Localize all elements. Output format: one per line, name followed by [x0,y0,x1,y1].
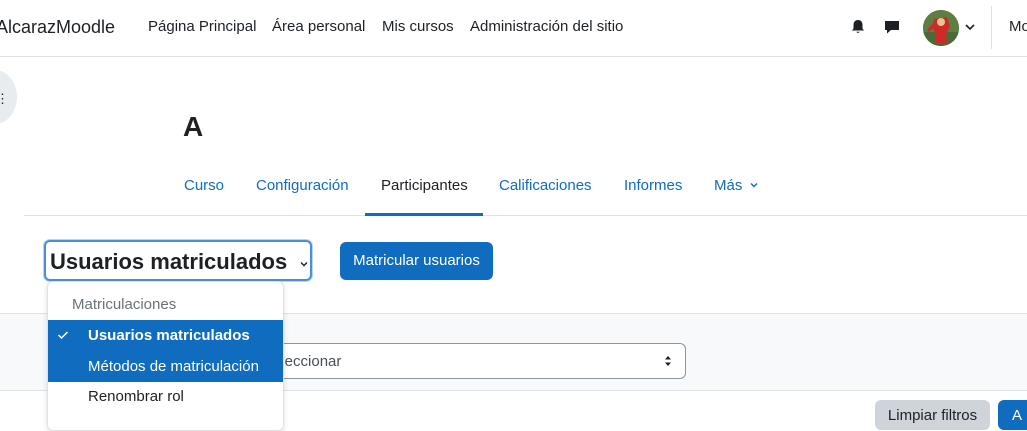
dropdown-group-label: Matriculaciones [72,296,177,313]
chevron-down-icon [750,183,758,188]
tab-more-label: Más [714,177,743,194]
participants-page-dropdown: Matriculaciones Usuarios matriculados Mé… [47,281,284,431]
nav-link-dashboard[interactable]: Área personal [272,18,365,35]
active-tab-indicator [365,213,483,216]
tab-more[interactable]: Más [714,177,759,194]
apply-filters-button[interactable]: A [998,400,1027,430]
check-icon [57,331,69,340]
user-photo [923,10,959,46]
dropdown-item-enrolment-methods[interactable]: Métodos de matriculación [48,351,283,382]
bell-icon[interactable] [848,17,868,37]
clear-filters-button[interactable]: Limpiar filtros [875,400,990,430]
dropdown-item-rename-roles[interactable]: Renombrar rol [48,381,283,412]
sort-caret-icon [665,356,671,366]
tab-settings[interactable]: Configuración [256,177,349,194]
participants-page-select[interactable]: Usuarios matriculados [44,240,312,281]
chevron-down-icon[interactable] [963,20,977,34]
top-navbar: AlcarazMoodle Página Principal Área pers… [0,0,1027,57]
tab-reports[interactable]: Informes [624,177,682,194]
participants-page-select-value: Usuarios matriculados [50,249,288,274]
nav-link-site-admin[interactable]: Administración del sitio [470,18,623,35]
tab-participants[interactable]: Participantes [381,177,468,194]
filter-type-select[interactable]: eleccionar [262,343,686,379]
nav-link-home[interactable]: Página Principal [148,18,256,35]
dropdown-item-label: Métodos de matriculación [88,358,259,375]
user-avatar[interactable] [923,10,959,46]
kebab-icon[interactable]: ⋮ [0,91,9,107]
course-title: A [183,111,204,142]
tab-course[interactable]: Curso [184,177,224,194]
enrol-users-button[interactable]: Matricular usuarios [340,242,493,280]
nav-link-my-courses[interactable]: Mis cursos [382,18,454,35]
dropdown-item-label: Usuarios matriculados [88,327,250,344]
dropdown-item-enrolled-users[interactable]: Usuarios matriculados [48,320,283,351]
site-brand[interactable]: AlcarazMoodle [0,17,115,38]
chat-bubble-icon[interactable] [882,17,902,37]
dropdown-item-label: Renombrar rol [88,388,184,405]
secondary-navigation: Curso Configuración Participantes Califi… [24,165,1027,216]
navbar-divider [991,6,992,49]
tab-grades[interactable]: Calificaciones [499,177,592,194]
language-menu[interactable]: Mo [1009,18,1027,35]
chevron-down-icon [300,262,308,267]
